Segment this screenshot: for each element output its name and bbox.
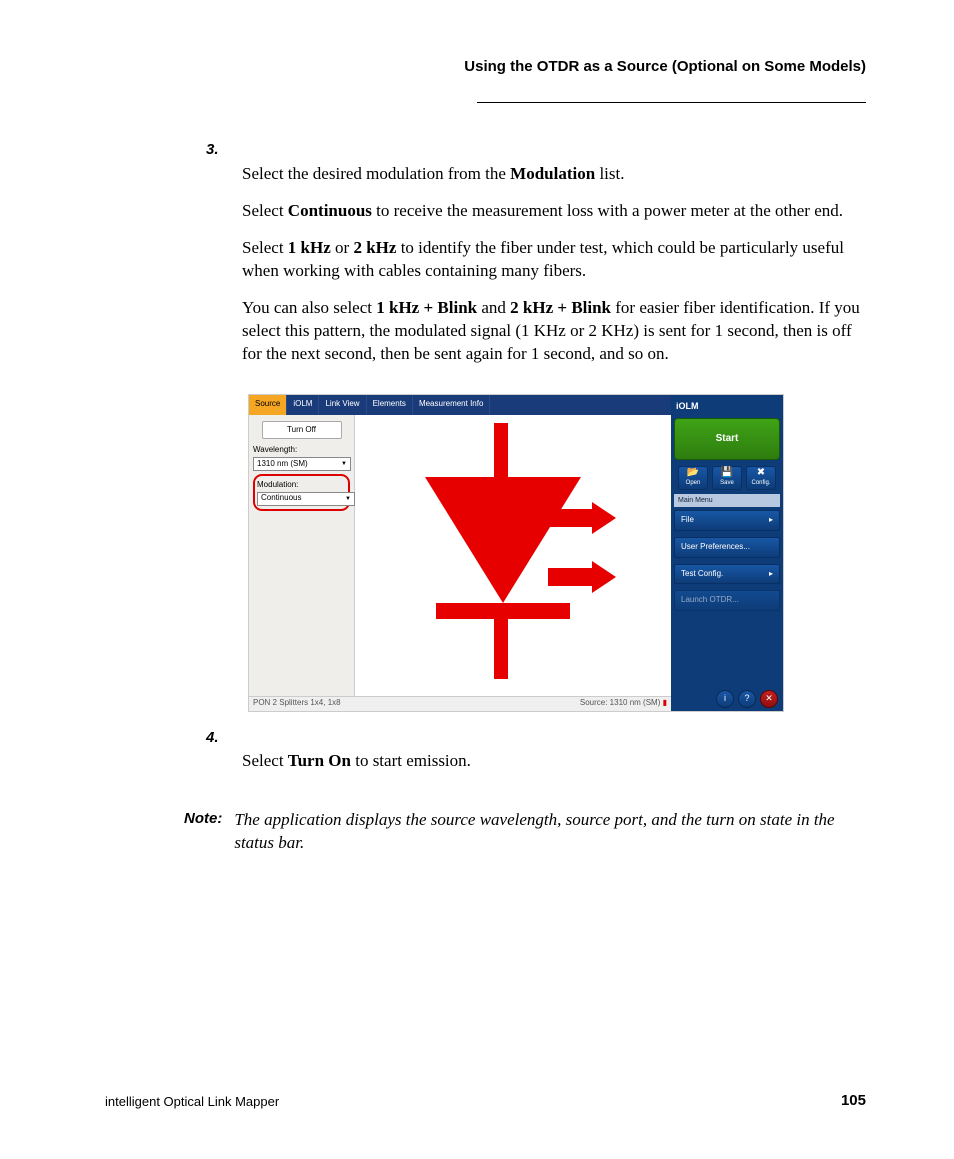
menu-file[interactable]: File▸ xyxy=(674,510,780,531)
footer-title: intelligent Optical Link Mapper xyxy=(105,1094,279,1109)
bold-2khz: 2 kHz xyxy=(353,238,396,257)
modulation-value: Continuous xyxy=(261,493,301,504)
start-button[interactable]: Start xyxy=(674,418,780,460)
app-screenshot: Source iOLM Link View Elements Measureme… xyxy=(248,394,784,712)
info-icon[interactable]: i xyxy=(716,690,734,708)
text: to receive the measurement loss with a p… xyxy=(372,201,843,220)
open-button[interactable]: 📂Open xyxy=(678,466,708,490)
tab-elements[interactable]: Elements xyxy=(367,395,413,415)
source-active-icon: ▮ xyxy=(663,698,667,707)
step4-para1: Select Turn On to start emission. xyxy=(242,750,869,773)
text: list. xyxy=(595,164,624,183)
wavelength-value: 1310 nm (SM) xyxy=(257,459,308,470)
step3-para4: You can also select 1 kHz + Blink and 2 … xyxy=(242,297,869,366)
gear-icon: ✖ xyxy=(757,468,765,478)
menu-launch-otdr[interactable]: Launch OTDR... xyxy=(674,590,780,611)
turn-off-button[interactable]: Turn Off xyxy=(262,421,342,440)
left-panel: Turn Off Wavelength: 1310 nm (SM) ▼ Modu… xyxy=(249,415,355,698)
save-icon: 💾 xyxy=(721,468,733,478)
folder-open-icon: 📂 xyxy=(687,468,699,478)
tab-measurement-info[interactable]: Measurement Info xyxy=(413,395,490,415)
bottom-icon-row: i ? ✕ xyxy=(674,686,780,710)
bold-1khz-blink: 1 kHz + Blink xyxy=(376,298,477,317)
wavelength-label: Wavelength: xyxy=(253,445,350,456)
step-number: 4. xyxy=(206,728,242,748)
page-number: 105 xyxy=(841,1092,866,1109)
step-4: 4. Select Turn On to start emission. xyxy=(242,728,869,788)
note-label: Note: xyxy=(184,809,222,855)
bold-modulation: Modulation xyxy=(510,164,595,183)
close-icon[interactable]: ✕ xyxy=(760,690,778,708)
main-canvas xyxy=(355,415,671,696)
chevron-right-icon: ▸ xyxy=(769,569,773,580)
tab-source[interactable]: Source xyxy=(249,395,287,415)
chevron-down-icon: ▼ xyxy=(341,460,347,468)
save-button[interactable]: 💾Save xyxy=(712,466,742,490)
text: You can also select xyxy=(242,298,376,317)
wavelength-dropdown[interactable]: 1310 nm (SM) ▼ xyxy=(253,457,351,471)
step3-para2: Select Continuous to receive the measure… xyxy=(242,200,869,223)
status-left: PON 2 Splitters 1x4, 1x8 xyxy=(253,698,341,709)
chevron-down-icon: ▼ xyxy=(345,495,351,503)
bold-turn-on: Turn On xyxy=(288,751,351,770)
step3-para3: Select 1 kHz or 2 kHz to identify the fi… xyxy=(242,237,869,283)
text: to start emission. xyxy=(351,751,471,770)
chevron-right-icon: ▸ xyxy=(769,515,773,526)
text: Select xyxy=(242,751,288,770)
content-area: 3. Select the desired modulation from th… xyxy=(242,140,869,855)
help-icon[interactable]: ? xyxy=(738,690,756,708)
step3-para1: Select the desired modulation from the M… xyxy=(242,163,869,186)
text: Select xyxy=(242,201,288,220)
bold-2khz-blink: 2 kHz + Blink xyxy=(510,298,611,317)
note-body: The application displays the source wave… xyxy=(234,809,869,855)
tab-iolm[interactable]: iOLM xyxy=(287,395,319,415)
page-header: Using the OTDR as a Source (Optional on … xyxy=(464,58,866,75)
note-block: Note: The application displays the sourc… xyxy=(184,809,869,855)
bold-continuous: Continuous xyxy=(288,201,372,220)
main-menu-header: Main Menu xyxy=(674,494,780,507)
text: and xyxy=(477,298,510,317)
tab-linkview[interactable]: Link View xyxy=(319,395,366,415)
status-bar: PON 2 Splitters 1x4, 1x8 Source: 1310 nm… xyxy=(249,696,671,711)
right-panel: iOLM Start 📂Open 💾Save ✖Config. Main Men… xyxy=(671,395,783,712)
step-3: 3. Select the desired modulation from th… xyxy=(242,140,869,380)
status-right: Source: 1310 nm (SM) ▮ xyxy=(580,698,667,709)
modulation-label: Modulation: xyxy=(257,480,346,491)
config-button[interactable]: ✖Config. xyxy=(746,466,776,490)
step-number: 3. xyxy=(206,140,242,160)
right-panel-title: iOLM xyxy=(674,398,780,418)
menu-user-preferences[interactable]: User Preferences... xyxy=(674,537,780,558)
header-rule xyxy=(477,102,866,103)
menu-test-config[interactable]: Test Config.▸ xyxy=(674,564,780,585)
text: Select the desired modulation from the xyxy=(242,164,510,183)
text: or xyxy=(331,238,354,257)
text: Select xyxy=(242,238,288,257)
modulation-highlight: Modulation: Continuous ▼ xyxy=(253,474,350,511)
source-emitter-icon xyxy=(398,423,628,693)
modulation-dropdown[interactable]: Continuous ▼ xyxy=(257,492,355,506)
bold-1khz: 1 kHz xyxy=(288,238,331,257)
